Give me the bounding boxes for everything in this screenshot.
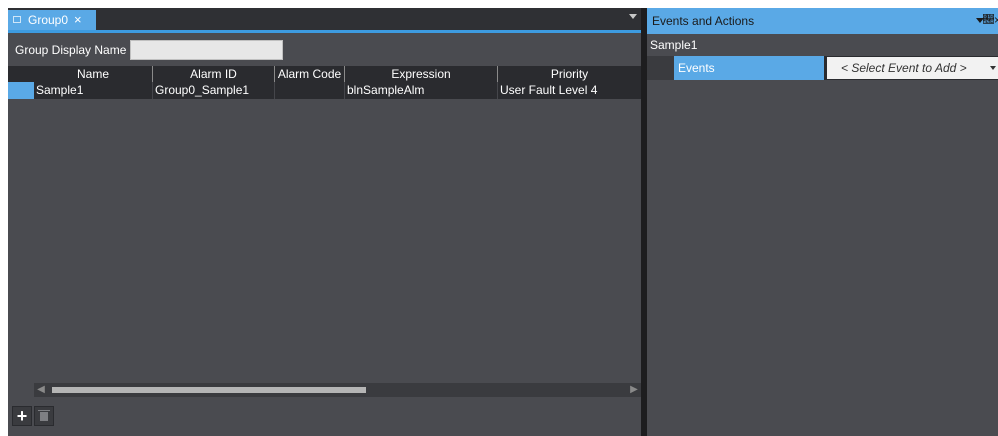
alarm-table: Name Alarm ID Alarm Code Expression Prio… — [8, 66, 641, 386]
panel-titlebar: Events and Actions 𝉪 × — [647, 8, 998, 34]
add-alarm-button[interactable]: + — [12, 406, 32, 426]
group-display-name-row: Group Display Name — [8, 38, 641, 62]
bottom-toolbar: + — [8, 404, 641, 436]
tab-group0[interactable]: Group0 × — [8, 10, 96, 30]
column-header-alarm-id[interactable]: Alarm ID — [153, 66, 275, 82]
column-header-expression[interactable]: Expression — [345, 66, 498, 82]
tab-list-chevron-down-icon[interactable] — [629, 14, 637, 19]
close-panel-icon[interactable]: × — [994, 13, 998, 27]
select-event-text: < Select Event to Add > — [841, 61, 967, 75]
scrollbar-thumb[interactable] — [52, 387, 366, 393]
cell-alarm-id[interactable]: Group0_Sample1 — [153, 82, 275, 99]
events-row-spacer — [647, 56, 674, 80]
group-display-name-input[interactable] — [130, 40, 284, 60]
scroll-left-icon[interactable]: ◀ — [34, 383, 48, 397]
column-header-priority[interactable]: Priority — [498, 66, 641, 82]
events-row: Events < Select Event to Add > — [647, 56, 998, 80]
column-header-alarm-code[interactable]: Alarm Code — [275, 66, 345, 82]
cell-expression[interactable]: blnSampleAlm — [345, 82, 498, 99]
tab-title: Group0 — [28, 13, 69, 27]
dropdown-chevron-down-icon — [990, 66, 996, 70]
column-header-name[interactable]: Name — [34, 66, 153, 82]
cell-name[interactable]: Sample1 — [34, 82, 153, 99]
alarm-group-editor: Group0 × Group Display Name Name Alarm I… — [8, 8, 641, 436]
row-selector[interactable] — [8, 82, 34, 99]
scroll-right-icon[interactable]: ▶ — [627, 383, 641, 397]
events-label[interactable]: Events — [674, 56, 824, 80]
group-display-name-label: Group Display Name — [15, 43, 127, 57]
document-tabbar: Group0 × — [8, 8, 641, 33]
panel-title: Events and Actions — [652, 14, 755, 28]
table-header: Name Alarm ID Alarm Code Expression Prio… — [8, 66, 641, 82]
trash-icon — [38, 409, 50, 421]
alarm-group-icon — [12, 15, 24, 25]
close-icon[interactable]: × — [74, 13, 82, 26]
horizontal-scrollbar[interactable]: ◀ ▶ — [34, 383, 641, 397]
events-and-actions-panel: Events and Actions 𝉪 × Sample1 Events < … — [647, 8, 998, 436]
pin-icon[interactable]: 𝉪 — [983, 14, 994, 26]
cell-alarm-code[interactable] — [275, 82, 345, 99]
cell-priority[interactable]: User Fault Level 4 — [498, 82, 641, 99]
table-row[interactable]: Sample1 Group0_Sample1 blnSampleAlm User… — [8, 82, 641, 99]
row-header-corner — [8, 66, 34, 82]
select-event-dropdown[interactable]: < Select Event to Add > — [827, 57, 998, 79]
selected-alarm-name: Sample1 — [647, 34, 998, 56]
delete-alarm-button[interactable] — [34, 406, 54, 426]
